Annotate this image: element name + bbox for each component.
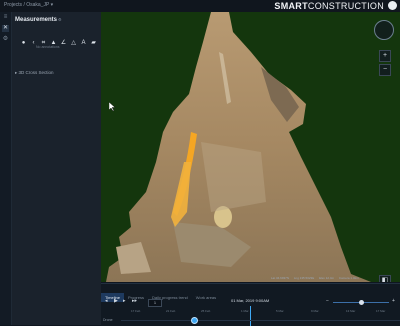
chevron-down-icon[interactable]: ▾	[51, 2, 54, 8]
gear-icon[interactable]: ⚙	[58, 17, 62, 22]
coord-lng: Lng 135.5023E	[293, 276, 315, 280]
breadcrumb-projects[interactable]: Projects	[4, 2, 22, 8]
ruler-tick: 17 Mar	[376, 309, 386, 313]
layers-toggle-button[interactable]: ◧	[379, 275, 391, 282]
breadcrumb-project[interactable]: Osaka_JP	[26, 2, 49, 8]
measure-icon[interactable]: ✕	[2, 25, 9, 32]
zoom-plus-icon[interactable]: +	[392, 298, 395, 304]
timeline-tabs: Timeline Progress Daily progress trend Work…	[101, 286, 220, 302]
ruler-tick: 21 Feb	[166, 309, 176, 313]
text-tool-icon[interactable]: A	[79, 39, 88, 48]
measurements-panel: Measurements⚙ ● ‹ ⌗ ▲ ∠ △ A ▰ No annotations ▸ …	[12, 12, 101, 325]
site-aerial-image	[106, 12, 371, 282]
angle-tool-icon[interactable]: ∠	[59, 39, 68, 48]
panel-title-text: Measurements	[15, 17, 58, 23]
ruler-tick: 1 Mar	[241, 309, 249, 313]
coord-camera: Camera 1.4km	[338, 276, 359, 280]
ruler-tick: 17 Feb	[131, 309, 141, 313]
play-icon[interactable]: ▶	[114, 298, 118, 304]
zoom-out-button[interactable]: −	[379, 64, 391, 76]
brand-thin: CONSTRUCTION	[307, 1, 384, 11]
coord-elev: Elev 12.4m	[319, 276, 335, 280]
panel-title: Measurements⚙	[15, 17, 62, 23]
timeline-playhead[interactable]	[250, 306, 251, 326]
ruler-tick: 5 Mar	[276, 309, 284, 313]
coordinate-readout: Lat 34.6937N Lng 135.5023E Elev 12.4m Ca…	[271, 276, 363, 280]
chevron-right-icon[interactable]: ▸	[15, 70, 17, 75]
triangle-tool-icon[interactable]: △	[69, 39, 78, 48]
map-view[interactable]: + − ◧ Lat 34.6937N Lng 135.5023E Elev 12…	[101, 12, 400, 282]
track-line	[121, 320, 400, 321]
left-rail: ≡ ✕ ⚙	[0, 12, 12, 325]
breadcrumb-separator: /	[23, 2, 25, 8]
section-label: 3D Cross Section	[18, 70, 54, 75]
timeline-zoom-handle[interactable]	[359, 300, 364, 305]
speed-input[interactable]: 1	[148, 299, 162, 307]
track-label: Drone	[103, 318, 113, 322]
zoom-in-button[interactable]: +	[379, 50, 391, 62]
compass-icon[interactable]	[374, 20, 394, 40]
ruler-tick: 13 Mar	[346, 309, 356, 313]
zoom-minus-icon[interactable]: −	[326, 298, 329, 304]
settings-icon[interactable]: ⚙	[2, 36, 9, 43]
avatar[interactable]	[388, 1, 397, 10]
coord-lat: Lat 34.6937N	[271, 276, 290, 280]
end-icon[interactable]: ▸▸	[132, 298, 137, 304]
brand-logo: SMARTCONSTRUCTION	[274, 1, 384, 11]
current-date: 01 Mar, 2019 9:00AM	[231, 298, 270, 303]
timeline-panel: Timeline Progress Daily progress trend Work…	[101, 283, 400, 326]
section-cross-section[interactable]: ▸ 3D Cross Section	[15, 70, 54, 76]
folder-tool-icon[interactable]: ▰	[89, 39, 98, 48]
next-icon[interactable]: ▸	[123, 298, 126, 304]
measurement-toolbar: ● ‹ ⌗ ▲ ∠ △ A ▰	[19, 31, 99, 46]
point-tool-icon[interactable]: ●	[19, 39, 28, 48]
empty-message: No annotations	[36, 45, 60, 49]
prev-icon[interactable]: ◂	[105, 298, 108, 304]
survey-marker[interactable]	[191, 317, 198, 324]
ruler-tick: 25 Feb	[201, 309, 211, 313]
breadcrumb: Projects / Osaka_JP ▾	[4, 2, 53, 8]
ruler-tick: 9 Mar	[311, 309, 319, 313]
brand-bold: SMART	[274, 1, 308, 11]
mouse-cursor-icon	[109, 102, 115, 111]
layers-icon[interactable]: ≡	[2, 14, 9, 21]
